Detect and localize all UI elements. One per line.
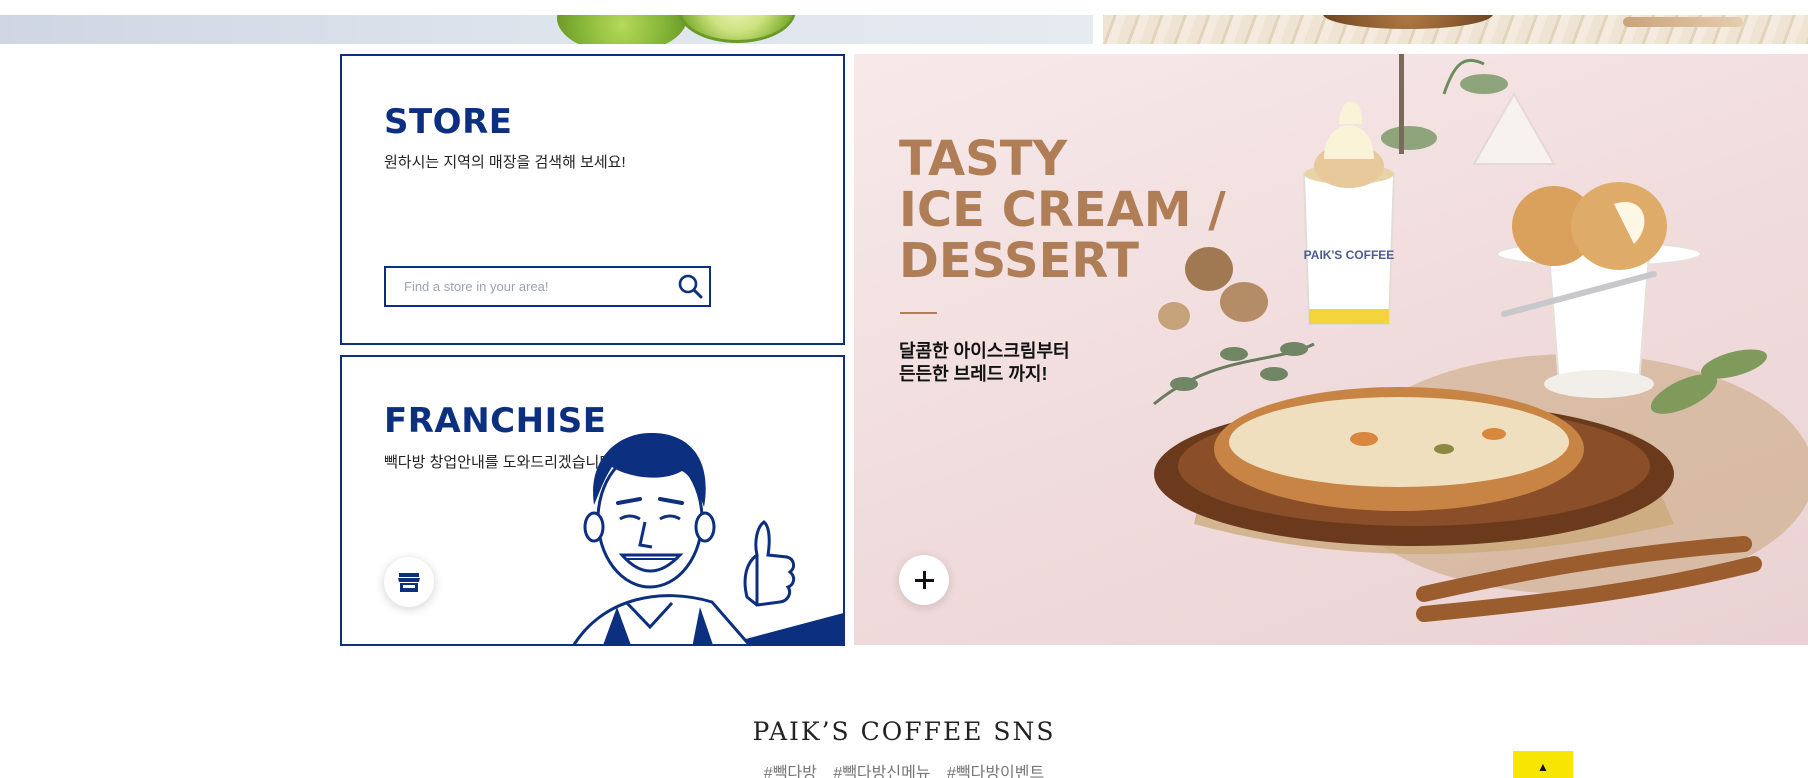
promo-title: TASTY ICE CREAM / DESSERT — [899, 134, 1226, 287]
spoon-image — [1623, 17, 1743, 27]
lime-slice-image — [678, 15, 796, 43]
promo-description-line: 달콤한 아이스크림부터 — [899, 341, 1070, 361]
franchise-card: FRANCHISE 빽다방 창업안내를 도와드리겠습니다. — [340, 355, 845, 646]
cookie-image — [1323, 15, 1493, 29]
cup-label: PAIK'S COFFEE — [1304, 248, 1395, 262]
store-search-input[interactable] — [386, 268, 666, 305]
store-title: STORE — [384, 102, 513, 142]
franchise-store-button[interactable] — [384, 557, 434, 607]
promo-divider — [900, 312, 937, 314]
promo-banner[interactable]: PAIK'S COFFEE TASTY ICE CREAM / DESSERT … — [854, 54, 1808, 645]
promo-description-line: 든든한 브레드 까지! — [899, 364, 1048, 384]
arrow-up-icon: ▲ — [1537, 760, 1549, 774]
hashtag-link[interactable]: #빽다방 — [764, 765, 817, 778]
scroll-top-button[interactable]: ▲ — [1513, 751, 1573, 778]
plus-icon — [915, 571, 934, 589]
banner-image-dessert[interactable] — [1103, 15, 1808, 44]
banner-image-lime[interactable] — [0, 15, 1093, 44]
search-button[interactable] — [674, 270, 707, 303]
hashtag-link[interactable]: #빽다방이벤트 — [947, 765, 1044, 778]
promo-title-line: ICE CREAM / — [899, 182, 1226, 238]
search-icon — [678, 274, 703, 299]
mascot-illustration — [572, 432, 843, 644]
hashtag-link[interactable]: #빽다방신메뉴 — [833, 765, 930, 778]
lime-image — [557, 15, 687, 44]
store-card: STORE 원하시는 지역의 매장을 검색해 보세요! — [340, 54, 845, 345]
promo-title-line: TASTY — [899, 131, 1068, 187]
store-description: 원하시는 지역의 매장을 검색해 보세요! — [384, 154, 626, 171]
store-search-box — [384, 266, 711, 307]
promo-title-line: DESSERT — [899, 233, 1139, 289]
promo-more-button[interactable] — [899, 555, 949, 605]
promo-description: 달콤한 아이스크림부터 든든한 브레드 까지! — [899, 340, 1070, 386]
store-icon — [398, 573, 420, 592]
sns-title: PAIK’S COFFEE SNS — [752, 717, 1056, 746]
